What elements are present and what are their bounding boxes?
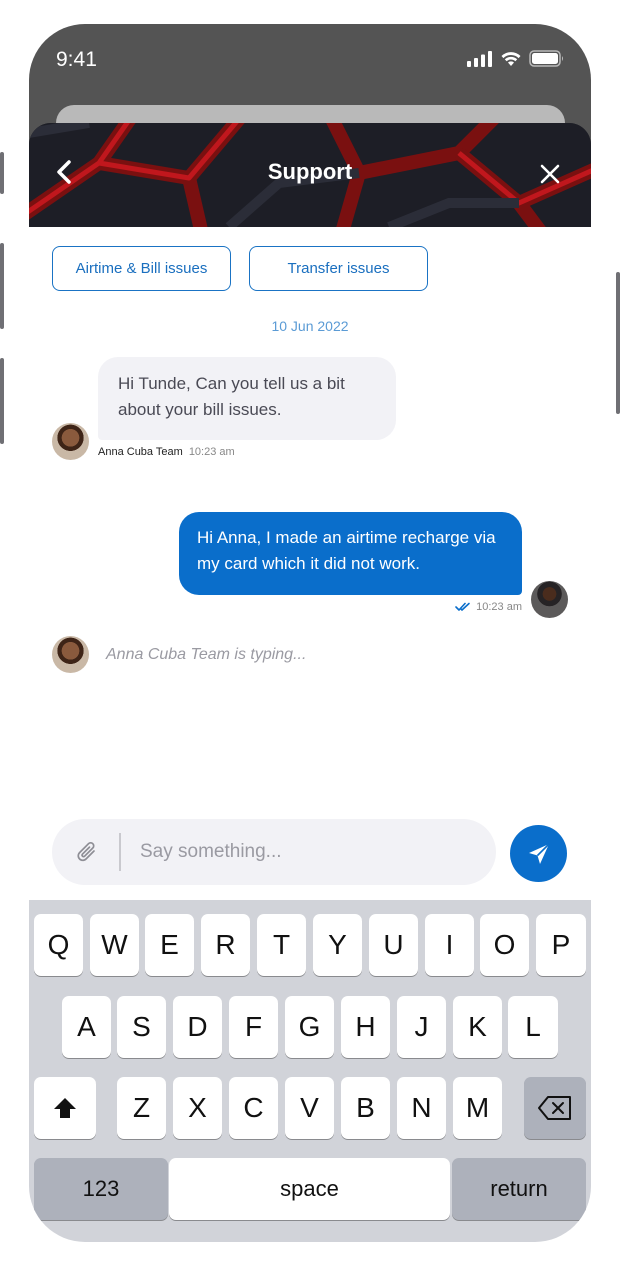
battery-icon xyxy=(529,50,563,67)
agent-avatar xyxy=(52,423,89,460)
numbers-key[interactable]: 123 xyxy=(34,1158,168,1220)
key-u[interactable]: U xyxy=(369,914,418,976)
key-h[interactable]: H xyxy=(341,996,390,1058)
key-w[interactable]: W xyxy=(90,914,139,976)
backspace-key[interactable] xyxy=(524,1077,586,1139)
sender-name: Anna Cuba Team xyxy=(98,446,183,458)
key-o[interactable]: O xyxy=(480,914,529,976)
user-avatar xyxy=(531,581,568,618)
keyboard: Q W E R T Y U I O P A S D F G H J K L Z … xyxy=(29,900,591,1242)
double-check-icon xyxy=(455,602,470,611)
key-q[interactable]: Q xyxy=(34,914,83,976)
key-d[interactable]: D xyxy=(173,996,222,1058)
quick-reply-transfer[interactable]: Transfer issues xyxy=(249,246,428,291)
space-key[interactable]: space xyxy=(169,1158,450,1220)
typing-avatar xyxy=(52,636,89,673)
silent-switch xyxy=(0,152,4,194)
key-m[interactable]: M xyxy=(453,1077,502,1139)
composer-divider xyxy=(119,833,121,871)
attachment-icon[interactable] xyxy=(75,839,99,865)
message-composer xyxy=(52,819,496,885)
key-j[interactable]: J xyxy=(397,996,446,1058)
key-x[interactable]: X xyxy=(173,1077,222,1139)
key-e[interactable]: E xyxy=(145,914,194,976)
key-v[interactable]: V xyxy=(285,1077,334,1139)
quick-reply-airtime-bill[interactable]: Airtime & Bill issues xyxy=(52,246,231,291)
send-button[interactable] xyxy=(510,825,567,882)
key-s[interactable]: S xyxy=(117,996,166,1058)
key-n[interactable]: N xyxy=(397,1077,446,1139)
volume-up-button xyxy=(0,243,4,329)
shift-key[interactable] xyxy=(34,1077,96,1139)
volume-down-button xyxy=(0,358,4,444)
wifi-icon xyxy=(501,51,521,66)
key-k[interactable]: K xyxy=(453,996,502,1058)
key-g[interactable]: G xyxy=(285,996,334,1058)
message-time: 10:23 am xyxy=(476,601,522,613)
status-time: 9:41 xyxy=(56,48,97,71)
key-f[interactable]: F xyxy=(229,996,278,1058)
phone-screen: 9:41 Support Airtime & Bill issues Trans… xyxy=(29,24,591,1242)
signal-icon xyxy=(467,50,492,67)
backspace-icon xyxy=(538,1096,571,1120)
key-c[interactable]: C xyxy=(229,1077,278,1139)
key-y[interactable]: Y xyxy=(313,914,362,976)
shift-icon xyxy=(54,1098,76,1118)
send-icon xyxy=(528,842,550,864)
outgoing-message-bubble: Hi Anna, I made an airtime recharge via … xyxy=(179,512,522,595)
typing-indicator: Anna Cuba Team is typing... xyxy=(106,646,307,663)
key-p[interactable]: P xyxy=(536,914,586,976)
power-button xyxy=(616,272,620,414)
outgoing-message-meta: 10:23 am xyxy=(455,601,522,613)
incoming-message-bubble: Hi Tunde, Can you tell us a bit about yo… xyxy=(98,357,396,440)
key-z[interactable]: Z xyxy=(117,1077,166,1139)
key-a[interactable]: A xyxy=(62,996,111,1058)
key-i[interactable]: I xyxy=(425,914,474,976)
page-title: Support xyxy=(267,159,353,184)
support-header: Support xyxy=(29,123,591,227)
key-r[interactable]: R xyxy=(201,914,250,976)
message-time: 10:23 am xyxy=(188,446,235,458)
date-separator: 10 Jun 2022 xyxy=(271,318,349,334)
key-b[interactable]: B xyxy=(341,1077,390,1139)
key-t[interactable]: T xyxy=(257,914,306,976)
close-icon[interactable] xyxy=(533,157,567,191)
message-input[interactable] xyxy=(140,832,470,872)
key-l[interactable]: L xyxy=(508,996,558,1058)
incoming-message-meta: Anna Cuba Team 10:23 am xyxy=(98,446,235,458)
return-key[interactable]: return xyxy=(452,1158,586,1220)
status-icons xyxy=(467,50,565,67)
